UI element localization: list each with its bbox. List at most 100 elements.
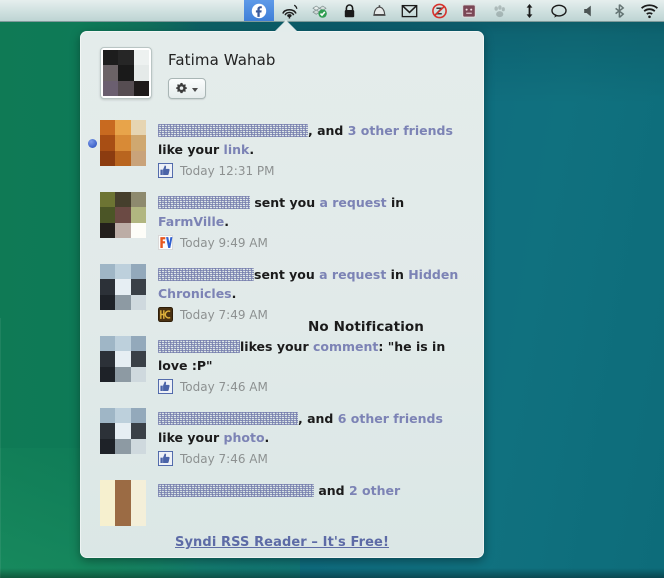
menubar-updown-arrow-icon[interactable] [514, 0, 544, 21]
notification-meta: Today 7:46 AM [158, 379, 470, 394]
notification-plain-text: sent you [250, 195, 320, 210]
footer-promo: Syndi RSS Reader – It's Free! [80, 531, 484, 550]
notification-body: , and 3 other friends like your link. Tod… [158, 120, 470, 178]
notification-plain-text: . [231, 286, 237, 301]
notification-body: sent you a request in Hidden Chronicles.… [158, 264, 470, 322]
notification-item[interactable]: and 2 other [80, 473, 484, 539]
notification-link[interactable]: photo [224, 430, 265, 445]
notification-item[interactable]: , and 3 other friends like your link. Tod… [80, 113, 484, 185]
settings-gear-button[interactable] [168, 78, 206, 99]
notification-item[interactable]: sent you a request in FarmVille. Today 9:… [80, 185, 484, 257]
redacted-name [158, 196, 250, 209]
gear-icon [175, 82, 188, 94]
notification-link[interactable]: a request [319, 195, 386, 210]
thumbnail-penguins[interactable] [100, 408, 146, 454]
facebook-notifications-popup: Fatima Wahab , and 3 other friends like … [80, 31, 484, 558]
thumbnail-penguins[interactable] [100, 264, 146, 310]
facebook-thumbsup-icon [158, 451, 173, 466]
menubar-do-not-disturb-icon[interactable] [424, 0, 454, 21]
syndi-rss-reader-link[interactable]: Syndi RSS Reader – It's Free! [175, 535, 389, 550]
notification-link[interactable]: 3 other friends [348, 123, 453, 138]
notification-timestamp: Today 7:49 AM [180, 307, 268, 322]
thumbnail-image [100, 120, 146, 166]
notification-plain-text: , and [308, 123, 348, 138]
menubar-lock-icon[interactable] [334, 0, 364, 21]
notification-text: and 2 other [158, 481, 470, 500]
hidden-chronicles-icon [158, 307, 173, 322]
redacted-name [158, 412, 298, 425]
notification-link[interactable]: link [224, 142, 250, 157]
notification-link[interactable]: a request [319, 267, 386, 282]
notification-text: , and 6 other friends like your photo. [158, 409, 470, 447]
notification-meta: Today 7:46 AM [158, 451, 470, 466]
notification-text: likes your comment: "he is in love :P" [158, 337, 470, 375]
menubar-gmail-envelope-icon[interactable] [394, 0, 424, 21]
notification-timestamp: Today 7:46 AM [180, 379, 268, 394]
redacted-name [158, 340, 240, 353]
notification-plain-text: in [386, 195, 405, 210]
farmville-icon [158, 235, 173, 250]
user-name: Fatima Wahab [168, 51, 276, 69]
notification-link[interactable]: comment [313, 339, 378, 354]
thumbnail-image [100, 192, 146, 238]
thumbnail-image [100, 480, 146, 526]
notification-link[interactable]: FarmVille [158, 214, 224, 229]
menubar-app-window-icon[interactable] [454, 0, 484, 21]
notification-link[interactable]: 6 other friends [338, 411, 443, 426]
notification-plain-text: and [314, 483, 349, 498]
notification-body: likes your comment: "he is in love :P" To… [158, 336, 470, 394]
notification-meta: Today 9:49 AM [158, 235, 470, 250]
notification-timestamp: Today 9:49 AM [180, 235, 268, 250]
notification-body: , and 6 other friends like your photo. To… [158, 408, 470, 466]
thumbnail-mosaic-olive[interactable] [100, 192, 146, 238]
menubar-wifi-icon[interactable] [634, 0, 664, 21]
notification-plain-text: like your [158, 142, 224, 157]
thumbnail-penguins[interactable] [100, 336, 146, 382]
notification-text: sent you a request in Hidden Chronicles. [158, 265, 470, 303]
menubar-facebook-notifier-icon[interactable] [244, 0, 274, 21]
notification-plain-text: , and [298, 411, 338, 426]
unread-indicator-dot [88, 139, 97, 148]
redacted-name [158, 484, 314, 497]
notification-item[interactable]: likes your comment: "he is in love :P" To… [80, 329, 484, 401]
redacted-name [158, 268, 254, 281]
thumbnail-cream-brown[interactable] [100, 480, 146, 526]
menubar-chat-bubble-icon[interactable] [544, 0, 574, 21]
notification-item[interactable]: , and 6 other friends like your photo. To… [80, 401, 484, 473]
menubar-volume-icon[interactable] [574, 0, 604, 21]
thumbnail-image [100, 264, 146, 310]
thumbnail-image [100, 336, 146, 382]
menu-bar-empty-space [0, 0, 244, 21]
redacted-name [158, 124, 308, 137]
avatar[interactable] [100, 47, 152, 99]
notification-plain-text: in [386, 267, 409, 282]
no-notification-overlay-text: No Notification [308, 319, 425, 335]
menubar-paw-icon[interactable] [484, 0, 514, 21]
popup-header-details: Fatima Wahab [168, 47, 276, 99]
avatar-image [103, 50, 149, 96]
menubar-dropbox-icon[interactable] [304, 0, 334, 21]
notification-plain-text: like your [158, 430, 224, 445]
screen: Fatima Wahab , and 3 other friends like … [0, 0, 664, 578]
notification-plain-text: sent you [254, 267, 320, 282]
menubar-bell-icon[interactable] [364, 0, 394, 21]
notification-timestamp: Today 7:46 AM [180, 451, 268, 466]
facebook-thumbsup-icon [158, 163, 173, 178]
notification-link[interactable]: 2 other [349, 483, 400, 498]
menubar-bluetooth-icon[interactable] [604, 0, 634, 21]
notification-plain-text: likes your [240, 339, 313, 354]
menubar-airfoil-speaker-icon[interactable] [274, 0, 304, 21]
notification-plain-text: . [224, 214, 229, 229]
thumbnail-image [100, 408, 146, 454]
notification-text: , and 3 other friends like your link. [158, 121, 470, 159]
menu-bar [0, 0, 664, 22]
thumbnail-woman-orange-scarf[interactable] [100, 120, 146, 166]
facebook-thumbsup-icon [158, 379, 173, 394]
notification-text: sent you a request in FarmVille. [158, 193, 470, 231]
desktop-bottom-edge [0, 568, 664, 578]
popup-header: Fatima Wahab [80, 31, 484, 109]
popup-pointer-arrow [275, 21, 297, 32]
notification-body: and 2 other [158, 480, 470, 500]
notification-meta: Today 12:31 PM [158, 163, 470, 178]
notification-plain-text: . [249, 142, 255, 157]
